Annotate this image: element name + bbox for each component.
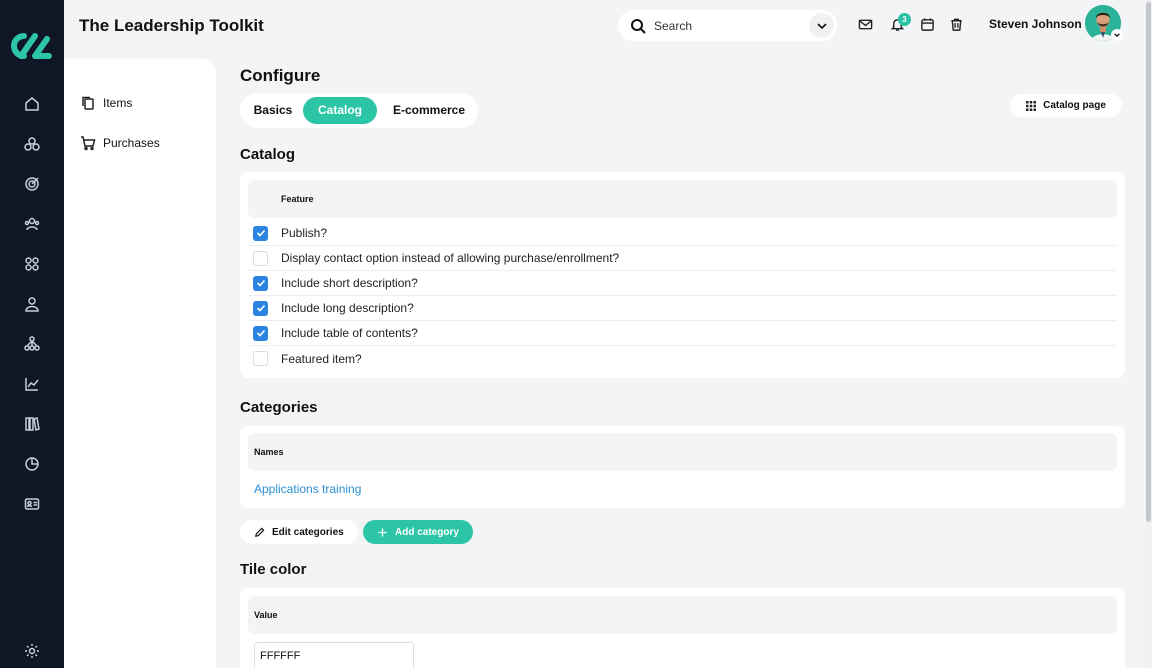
- user-menu-button[interactable]: [1111, 29, 1123, 41]
- feature-row: Include long description?: [248, 296, 1117, 321]
- feature-label: Display contact option instead of allowi…: [281, 251, 620, 265]
- trash-icon[interactable]: [947, 15, 965, 33]
- page-scrollbar[interactable]: [1145, 0, 1152, 668]
- user-name: Steven Johnson: [989, 17, 1082, 31]
- feature-checkbox[interactable]: [253, 300, 268, 316]
- pie-chart-icon[interactable]: [22, 454, 42, 474]
- tile-color-card: Value: [240, 588, 1125, 668]
- calendar-icon[interactable]: [918, 15, 936, 33]
- search-box[interactable]: [618, 10, 837, 41]
- catalog-table-header: Feature: [248, 180, 1117, 218]
- config-tabs: Basics Catalog E-commerce: [240, 93, 478, 128]
- column-header-value: Value: [254, 610, 278, 620]
- tile-color-table-header: Value: [248, 596, 1117, 634]
- categories-card: Names Applications training: [240, 426, 1125, 508]
- catalog-page-button[interactable]: Catalog page: [1010, 94, 1122, 117]
- categories-table-header: Names: [248, 433, 1117, 471]
- settings-icon[interactable]: [22, 641, 42, 661]
- catalog-page-label: Catalog page: [1043, 100, 1106, 111]
- edit-categories-button[interactable]: Edit categories: [240, 520, 358, 544]
- column-header-names: Names: [254, 447, 284, 457]
- chevron-down-icon: [1114, 33, 1120, 38]
- chart-icon[interactable]: [22, 374, 42, 394]
- sub-sidebar: Items Purchases: [64, 59, 216, 668]
- feature-checkbox[interactable]: [253, 225, 268, 241]
- subnav-item-label: Items: [103, 96, 133, 110]
- grid-small-icon: [1026, 100, 1037, 111]
- edit-categories-label: Edit categories: [272, 526, 344, 538]
- tab-catalog[interactable]: Catalog: [303, 97, 377, 124]
- feature-row: Publish?: [248, 221, 1117, 246]
- feature-label: Featured item?: [281, 351, 362, 366]
- column-header-feature: Feature: [281, 194, 314, 204]
- id-card-icon[interactable]: [22, 494, 42, 514]
- feature-label: Include short description?: [281, 276, 418, 290]
- subnav-item-label: Purchases: [103, 136, 160, 150]
- target-icon[interactable]: [22, 174, 42, 194]
- tab-ecommerce[interactable]: E-commerce: [382, 97, 476, 124]
- modules-icon[interactable]: [22, 134, 42, 154]
- add-category-button[interactable]: Add category: [363, 520, 473, 544]
- page-title: Configure: [240, 66, 321, 85]
- feature-row: Display contact option instead of allowi…: [248, 246, 1117, 271]
- tab-basics[interactable]: Basics: [244, 97, 302, 124]
- grid-icon[interactable]: [22, 254, 42, 274]
- mail-icon[interactable]: [856, 15, 874, 33]
- chevron-down-icon: [816, 22, 827, 29]
- pencil-icon: [255, 527, 265, 537]
- catalog-card: Feature Publish? Display contact option i…: [240, 172, 1125, 378]
- search-input[interactable]: [654, 18, 794, 33]
- category-link[interactable]: Applications training: [254, 482, 361, 496]
- add-category-label: Add category: [395, 526, 459, 538]
- users-icon[interactable]: [22, 214, 42, 234]
- hierarchy-icon[interactable]: [22, 334, 42, 354]
- notification-badge: 3: [898, 13, 911, 26]
- search-icon: [631, 18, 646, 34]
- person-icon[interactable]: [22, 294, 42, 314]
- copy-icon: [82, 96, 94, 110]
- subnav-item-items[interactable]: Items: [80, 95, 132, 111]
- cart-icon: [81, 136, 96, 151]
- feature-checkbox[interactable]: [253, 275, 268, 291]
- feature-label: Include long description?: [281, 301, 414, 315]
- categories-section-title: Categories: [240, 399, 318, 416]
- tile-color-input[interactable]: [254, 642, 414, 668]
- home-icon[interactable]: [22, 94, 42, 114]
- feature-checkbox[interactable]: [253, 325, 268, 341]
- app-rail: [0, 0, 64, 668]
- subnav-item-purchases[interactable]: Purchases: [80, 135, 160, 151]
- search-dropdown-button[interactable]: [809, 13, 834, 38]
- app-logo[interactable]: [11, 31, 53, 61]
- feature-row: Include table of contents?: [248, 321, 1117, 346]
- app-title: The Leadership Toolkit: [79, 16, 264, 35]
- plus-icon: [378, 527, 387, 537]
- category-item: Applications training: [254, 480, 361, 498]
- tile-color-section-title: Tile color: [240, 561, 307, 578]
- feature-row: Include short description?: [248, 271, 1117, 296]
- feature-checkbox[interactable]: [253, 351, 268, 366]
- feature-label: Include table of contents?: [281, 326, 418, 340]
- library-icon[interactable]: [22, 414, 42, 434]
- feature-checkbox[interactable]: [253, 250, 268, 266]
- feature-row: Featured item?: [248, 346, 1117, 371]
- catalog-section-title: Catalog: [240, 146, 296, 163]
- scrollbar-thumb[interactable]: [1146, 2, 1151, 522]
- feature-label: Publish?: [281, 226, 328, 240]
